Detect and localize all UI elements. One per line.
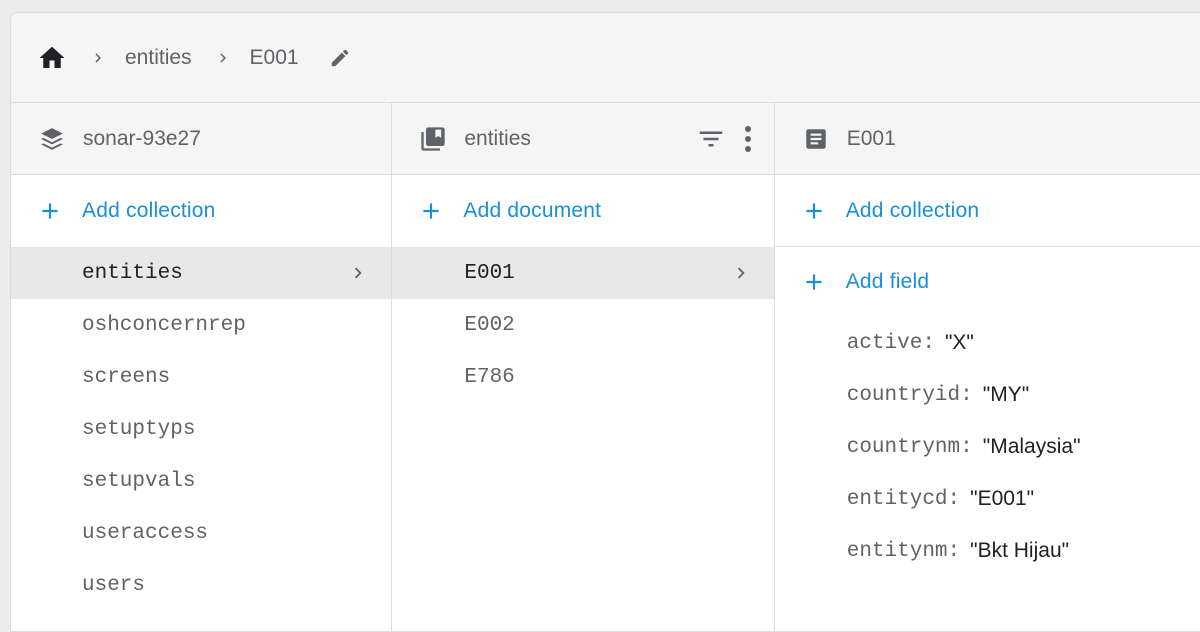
document-icon: [801, 124, 831, 154]
breadcrumb-item-entities[interactable]: entities: [125, 46, 192, 70]
database-stack-icon: [37, 124, 67, 154]
plus-icon: [418, 198, 444, 224]
project-title: sonar-93e27: [83, 126, 201, 150]
more-vert-icon[interactable]: [744, 125, 752, 153]
field-value: "MY": [982, 383, 1030, 406]
root-panel: sonar-93e27 Add collection entities oshc…: [11, 103, 393, 631]
plus-icon: [801, 269, 827, 295]
field-row-entitynm[interactable]: entitynm: "Bkt Hijau": [775, 525, 1200, 577]
add-collection-label: Add collection: [82, 199, 216, 222]
field-value: "Bkt Hijau": [970, 539, 1070, 562]
collection-item-label: setuptyps: [82, 417, 196, 441]
add-subcollection-label: Add collection: [845, 198, 980, 222]
collection-item-setuptyps[interactable]: setuptyps: [11, 403, 391, 455]
add-collection-button[interactable]: Add collection: [11, 175, 391, 247]
collection-item-label: screens: [82, 365, 171, 389]
collection-item-setupvals[interactable]: setupvals: [11, 455, 391, 507]
document-item-e001[interactable]: E001: [392, 247, 774, 299]
collection-item-oshconcernrep[interactable]: oshconcernrep: [11, 299, 391, 351]
add-subcollection-button[interactable]: Add collection: [774, 175, 1200, 247]
chevron-right-icon: [214, 49, 232, 67]
collection-item-users[interactable]: users: [11, 559, 391, 611]
breadcrumb: entities E001: [11, 13, 1200, 103]
chevron-right-icon: [730, 262, 752, 284]
field-key: active:: [846, 331, 935, 355]
document-item-label: E001: [464, 261, 515, 285]
filter-icon[interactable]: [696, 124, 726, 154]
collection-title: entities: [464, 126, 531, 150]
document-title: E001: [846, 126, 896, 150]
field-key: countryid:: [846, 383, 973, 407]
document-item-e002[interactable]: E002: [392, 299, 773, 351]
document-item-label: E786: [464, 365, 515, 389]
plus-icon: [37, 198, 63, 224]
breadcrumb-item-document[interactable]: E001: [250, 46, 299, 70]
chevron-right-icon: [89, 49, 107, 67]
home-icon[interactable]: [37, 43, 67, 73]
plus-icon: [801, 198, 827, 224]
field-row-entitycd[interactable]: entitycd: "E001": [775, 473, 1200, 525]
collection-item-label: users: [82, 573, 146, 597]
collection-panel: entities Add document E001 E002 E786: [392, 103, 775, 631]
collection-item-label: entities: [82, 261, 183, 285]
document-item-e786[interactable]: E786: [392, 351, 773, 403]
add-document-button[interactable]: Add document: [392, 175, 773, 247]
edit-path-icon[interactable]: [329, 47, 351, 69]
collection-icon: [418, 124, 448, 154]
add-document-label: Add document: [463, 199, 602, 222]
document-panel-header: E001: [774, 103, 1200, 175]
field-key: countrynm:: [846, 435, 973, 459]
collection-item-useraccess[interactable]: useraccess: [11, 507, 391, 559]
root-panel-header: sonar-93e27: [11, 103, 392, 175]
collection-item-label: oshconcernrep: [82, 313, 246, 337]
firestore-data-viewer: entities E001 sonar-93e27 Add collection…: [10, 12, 1200, 632]
field-row-active[interactable]: active: "X": [775, 317, 1200, 369]
field-row-countrynm[interactable]: countrynm: "Malaysia": [775, 421, 1200, 473]
field-value: "Malaysia": [982, 435, 1081, 458]
field-row-countryid[interactable]: countryid: "MY": [775, 369, 1200, 421]
document-item-label: E002: [464, 313, 515, 337]
collection-item-label: useraccess: [82, 521, 209, 545]
chevron-right-icon: [347, 262, 369, 284]
collection-item-screens[interactable]: screens: [11, 351, 391, 403]
document-panel: E001 Add collection Add field active: "X…: [774, 103, 1200, 631]
collection-panel-header: entities: [392, 103, 774, 175]
field-value: "E001": [970, 487, 1035, 510]
field-key: entitycd:: [846, 487, 961, 511]
add-field-label: Add field: [845, 270, 930, 293]
collection-item-entities[interactable]: entities: [11, 247, 392, 299]
collection-item-label: setupvals: [82, 469, 196, 493]
field-value: "X": [944, 331, 974, 354]
add-field-button[interactable]: Add field: [775, 247, 1200, 317]
field-key: entitynm:: [846, 539, 961, 563]
